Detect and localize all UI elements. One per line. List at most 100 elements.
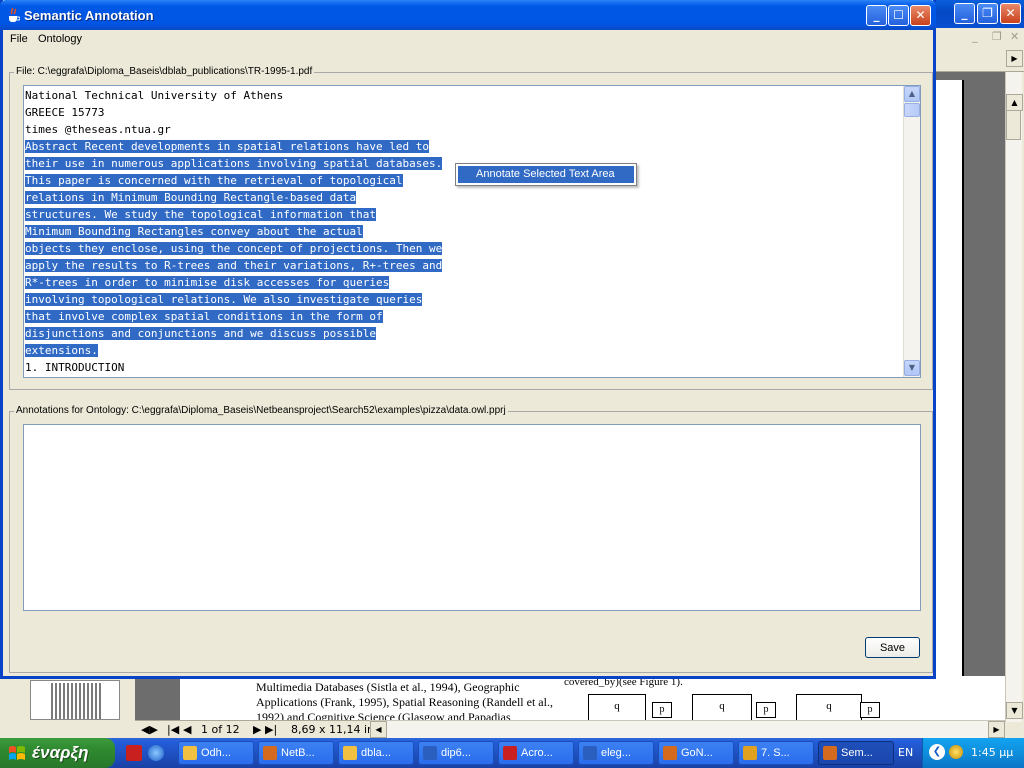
text-line[interactable]: disjunctions and conjunctions and we dis… [25,325,905,342]
text-line[interactable]: involving topological relations. We also… [25,291,905,308]
text-line[interactable]: 1. INTRODUCTION [25,359,905,376]
last-page-icon[interactable]: ▶| [265,723,277,736]
text-line[interactable]: structures. We study the topological inf… [25,206,905,223]
bg-restore-button[interactable]: ❐ [977,3,998,24]
scroll-down-icon[interactable]: ▼ [904,360,920,376]
save-button[interactable]: Save [865,637,920,658]
task-app-icon [823,746,837,760]
start-button[interactable]: έναρξη [0,738,115,768]
task-app-icon [183,746,197,760]
taskbar-button[interactable]: Acro... [498,741,574,765]
maximize-button[interactable]: ☐ [888,5,909,26]
selected-text[interactable]: disjunctions and conjunctions and we dis… [25,327,376,340]
text-line[interactable]: objects they enclose, using the concept … [25,240,905,257]
selected-text[interactable]: structures. We study the topological inf… [25,208,376,221]
taskbar-button-label: Sem... [841,747,873,759]
text-line-content[interactable]: times @theseas.ntua.gr [25,123,171,136]
text-vertical-scrollbar[interactable]: ▲ ▼ [903,86,920,377]
app-title: Semantic Annotation [24,8,154,23]
ontology-path-label: Annotations for Ontology: C:\eggrafa\Dip… [14,405,508,416]
document-text[interactable]: National Technical University of Athens G… [25,87,905,376]
taskbar: έναρξη Odh... NetB... dbla... dip6... Acro..… [0,738,1024,768]
network-globe-icon[interactable] [949,745,963,759]
figure-box-p2: p [756,702,776,718]
taskbar-button-label: dip6... [441,747,471,759]
taskbar-button-label: GoN... [681,747,713,759]
scroll-up-icon[interactable]: ▲ [904,86,920,102]
page-thumbnail[interactable] [30,680,120,720]
minimize-button[interactable]: _ [866,5,887,26]
text-line[interactable]: relations in Minimum Bounding Rectangle-… [25,189,905,206]
taskbar-button[interactable]: NetB... [258,741,334,765]
text-line[interactable]: GREECE 15773 [25,104,905,121]
quicklaunch-browser-icon[interactable] [148,745,164,761]
text-line-content[interactable]: GREECE 15773 [25,106,104,119]
first-page-icon[interactable]: |◀ [167,723,179,736]
taskbar-button-label: dbla... [361,747,391,759]
bg-scroll-left-icon[interactable]: ◀ [370,721,387,738]
windows-logo-icon [9,746,25,760]
taskbar-button[interactable]: eleg... [578,741,654,765]
menu-file[interactable]: File [10,33,28,45]
annotations-text-area[interactable] [23,424,921,611]
selected-text[interactable]: relations in Minimum Bounding Rectangle-… [25,191,357,204]
taskbar-button[interactable]: 7. S... [738,741,814,765]
selected-text[interactable]: apply the results to R-trees and their v… [25,259,443,272]
text-line[interactable]: R*-trees in order to minimise disk acces… [25,274,905,291]
taskbar-button[interactable]: Odh... [178,741,254,765]
selected-text[interactable]: involving topological relations. We also… [25,293,423,306]
bg-scroll-up-icon[interactable]: ▲ [1006,94,1023,111]
selected-text[interactable]: This paper is concerned with the retriev… [25,174,403,187]
page-indicator[interactable]: 1 of 12 [201,723,240,736]
text-line-content[interactable]: 1. INTRODUCTION [25,361,124,374]
text-line[interactable]: Abstract Recent developments in spatial … [25,138,905,155]
bg-scroll-down-icon[interactable]: ▼ [1006,702,1023,719]
bg-mini-minimize-icon[interactable]: _ [972,30,978,43]
text-line[interactable]: Minimum Bounding Rectangles convey about… [25,223,905,240]
taskbar-button-label: NetB... [281,747,315,759]
split-icon[interactable]: ◀▶ [141,723,158,736]
taskbar-button[interactable]: dip6... [418,741,494,765]
document-text-area[interactable]: National Technical University of Athens G… [23,85,921,378]
selected-text[interactable]: R*-trees in order to minimise disk acces… [25,276,390,289]
prev-page-icon[interactable]: ◀ [183,723,191,736]
task-app-icon [263,746,277,760]
tray-expand-icon[interactable]: ❮ [929,744,945,760]
text-line[interactable]: National Technical University of Athens [25,87,905,104]
annotate-selected-text-menu-item[interactable]: Annotate Selected Text Area [458,166,634,183]
language-indicator[interactable]: EN [898,746,913,759]
background-horizontal-scrollbar[interactable]: ◀ ▶ [370,720,1005,738]
taskbar-button[interactable]: GoN... [658,741,734,765]
close-button[interactable]: ✕ [910,5,931,26]
text-line[interactable]: apply the results to R-trees and their v… [25,257,905,274]
page-text-left: Multimedia Databases (Sistla et al., 199… [256,680,553,722]
text-line[interactable]: times @theseas.ntua.gr [25,121,905,138]
bg-scroll-right-icon[interactable]: ▶ [988,721,1005,738]
scroll-thumb[interactable] [904,103,920,117]
text-line-content[interactable]: National Technical University of Athens [25,89,283,102]
next-page-icon[interactable]: ▶ [253,723,261,736]
taskbar-button[interactable]: Sem... [818,741,894,765]
taskbar-button[interactable]: dbla... [338,741,414,765]
bg-mini-restore-icon[interactable]: ❐ [992,30,1002,43]
bg-close-button[interactable]: ✕ [1000,3,1021,24]
java-cup-icon [9,7,20,22]
bg-mini-close-icon[interactable]: ✕ [1010,30,1019,43]
menu-ontology[interactable]: Ontology [38,33,82,45]
bg-scroll-thumb[interactable] [1006,110,1021,140]
background-vertical-scrollbar[interactable]: ▲ ▼ [1005,72,1023,722]
background-gutter [135,676,180,722]
selected-text[interactable]: objects they enclose, using the concept … [25,242,443,255]
text-line[interactable]: that involve complex spatial conditions … [25,308,905,325]
bg-minimize-button[interactable]: _ [954,3,975,24]
selected-text[interactable]: extensions. [25,344,98,357]
bg-right-arrow-icon[interactable]: ▶ [1006,50,1023,67]
selected-text[interactable]: Abstract Recent developments in spatial … [25,140,429,153]
quicklaunch-app-icon[interactable] [126,745,142,761]
text-line[interactable]: extensions. [25,342,905,359]
selected-text[interactable]: that involve complex spatial conditions … [25,310,383,323]
selected-text[interactable]: their use in numerous applications invol… [25,157,443,170]
selected-text[interactable]: Minimum Bounding Rectangles convey about… [25,225,363,238]
app-titlebar[interactable]: Semantic Annotation _ ☐ ✕ [0,0,936,30]
clock[interactable]: 1:45 μμ [971,746,1013,759]
